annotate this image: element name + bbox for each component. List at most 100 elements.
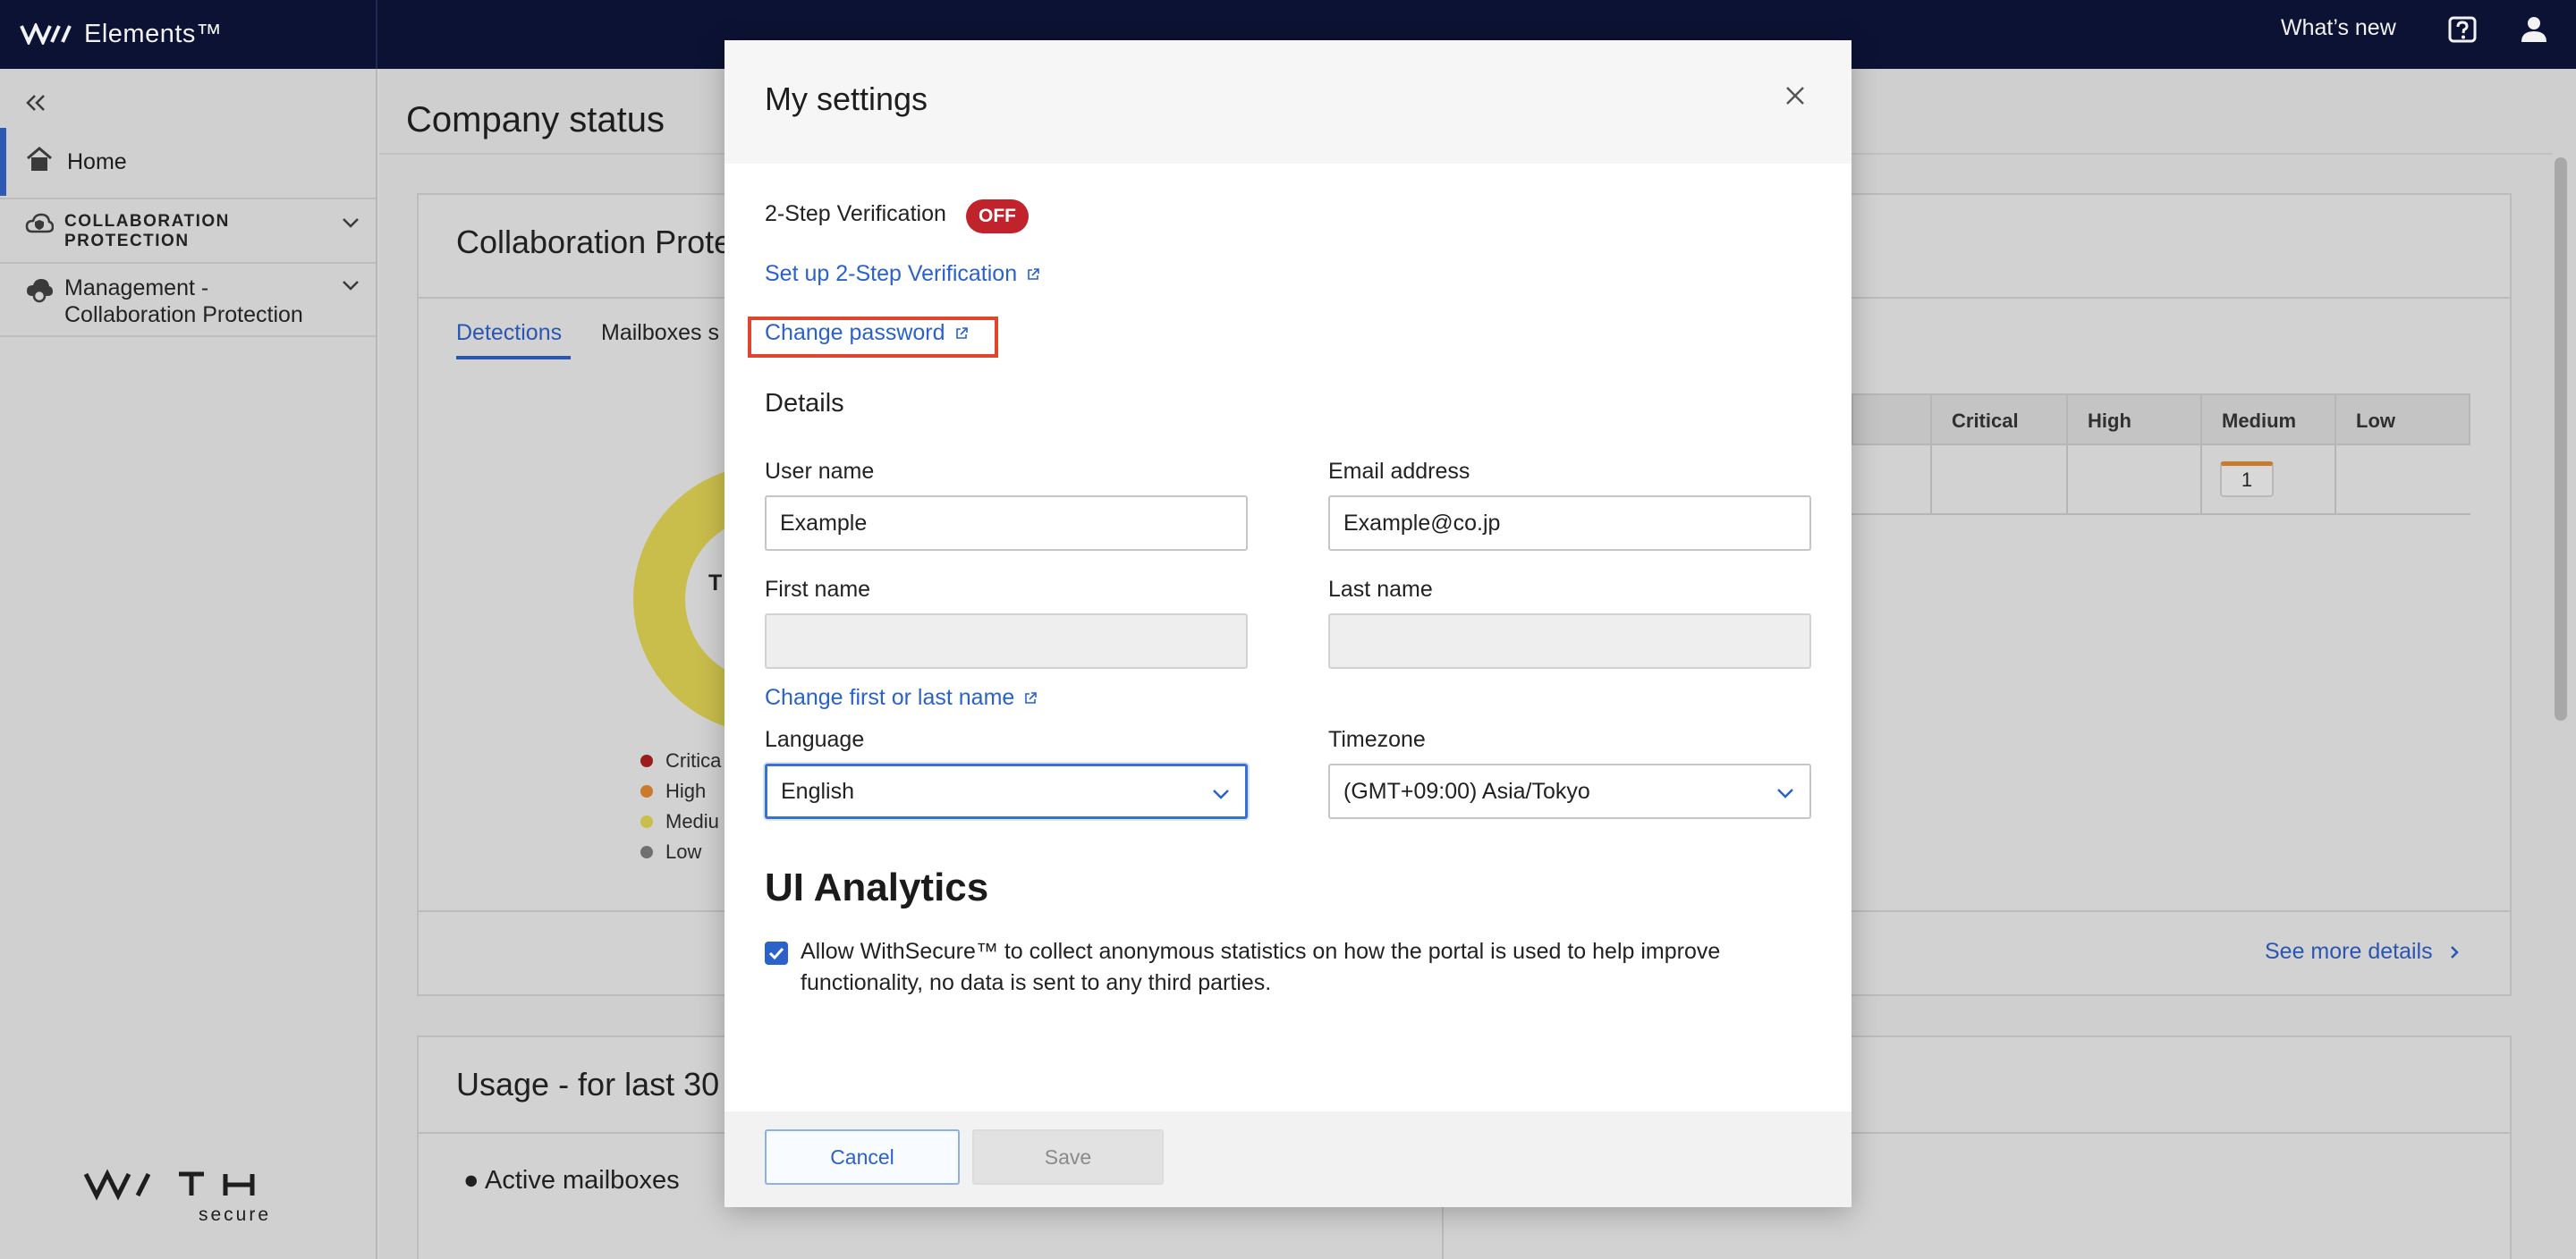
- legend-item-critical: Critica: [640, 749, 721, 773]
- change-password-link[interactable]: Change password: [765, 320, 969, 346]
- active-mailboxes-text: Active mailboxes: [484, 1166, 680, 1195]
- topbar-divider: [376, 0, 377, 69]
- two-step-status-badge: OFF: [966, 199, 1029, 233]
- save-button[interactable]: Save: [972, 1129, 1164, 1185]
- sidebar-item-label: Management -: [64, 275, 209, 300]
- sidebar-item-label: Collaboration Protection: [64, 302, 303, 327]
- user-icon[interactable]: [2519, 14, 2549, 45]
- dialog-footer: Cancel Save: [724, 1111, 1852, 1207]
- tab-mailboxes[interactable]: Mailboxes s: [601, 320, 719, 346]
- language-select[interactable]: English: [765, 764, 1248, 819]
- chevron-down-icon: [1213, 790, 1229, 799]
- timezone-value: (GMT+09:00) Asia/Tokyo: [1343, 779, 1590, 804]
- column-separator: [2066, 393, 2068, 515]
- donut-label: T: [708, 570, 723, 596]
- legend-item-medium: Mediu: [640, 810, 719, 833]
- active-mailboxes-label: ● Active mailboxes: [463, 1166, 680, 1195]
- external-link-icon: [955, 326, 968, 339]
- legend-item-low: Low: [640, 841, 701, 864]
- whats-new-link[interactable]: What’s new: [2281, 15, 2396, 41]
- ui-analytics-heading: UI Analytics: [765, 866, 989, 909]
- analytics-consent-text: Allow WithSecure™ to collect anonymous s…: [801, 939, 1721, 995]
- legend-dot: [640, 755, 653, 767]
- chevron-down-icon: [1777, 789, 1793, 798]
- cloud-shield-icon: [25, 213, 54, 233]
- medium-count-badge[interactable]: 1: [2220, 461, 2274, 497]
- analytics-checkbox[interactable]: [765, 942, 788, 965]
- column-separator: [2334, 393, 2336, 515]
- withsecure-logo: secure: [83, 1169, 271, 1225]
- column-header-medium: Medium: [2222, 410, 2297, 432]
- legend-label: High: [665, 780, 707, 802]
- legend-item-high: High: [640, 780, 706, 803]
- active-tab-indicator: [456, 356, 571, 359]
- tab-detections[interactable]: Detections: [456, 320, 562, 346]
- two-step-label: 2-Step Verification: [765, 201, 946, 226]
- sidebar-item-management[interactable]: Management - Collaboration Protection: [0, 262, 376, 335]
- my-settings-dialog: My settings 2-Step Verification OFF Set …: [724, 40, 1852, 1207]
- help-icon[interactable]: [2447, 15, 2478, 46]
- user-name-label: User name: [765, 459, 875, 484]
- cancel-button[interactable]: Cancel: [765, 1129, 960, 1185]
- change-name-label: Change first or last name: [765, 685, 1015, 710]
- brand-name: Elements™: [84, 19, 223, 48]
- legend-dot: [640, 815, 653, 828]
- column-header-low: Low: [2356, 410, 2395, 432]
- page-title: Company status: [406, 100, 665, 139]
- details-heading: Details: [765, 389, 844, 418]
- legend-label: Low: [665, 841, 702, 863]
- collapse-sidebar-icon[interactable]: [23, 90, 48, 115]
- logo-subtext: secure: [199, 1204, 271, 1225]
- last-name-field: [1328, 613, 1811, 669]
- email-label: Email address: [1328, 459, 1470, 484]
- usage-title: Usage - for last 30: [456, 1066, 720, 1103]
- table-row: [1852, 445, 2470, 515]
- setup-two-step-label: Set up 2-Step Verification: [765, 261, 1018, 286]
- see-more-label: See more details: [2265, 939, 2433, 964]
- legend-dot: [640, 846, 653, 858]
- severity-table-header: Critical High Medium Low: [1852, 393, 2470, 445]
- sidebar-item-label: Home: [67, 149, 127, 174]
- change-password-label: Change password: [765, 320, 945, 345]
- language-label: Language: [765, 727, 865, 752]
- sidebar-item-collaboration-protection[interactable]: COLLABORATION PROTECTION: [0, 198, 376, 262]
- column-header-high: High: [2088, 410, 2131, 432]
- sidebar: Home COLLABORATION PROTECTION Management…: [0, 69, 377, 1259]
- language-value: English: [781, 779, 854, 804]
- chevron-down-icon: [343, 218, 359, 228]
- sidebar-divider: [0, 335, 376, 337]
- dialog-title: My settings: [765, 80, 928, 117]
- close-icon[interactable]: [1783, 83, 1808, 108]
- user-name-field[interactable]: Example: [765, 495, 1248, 551]
- external-link-icon: [1025, 691, 1038, 704]
- timezone-label: Timezone: [1328, 727, 1426, 752]
- checkmark-icon: [768, 947, 784, 960]
- active-indicator: [0, 128, 6, 196]
- column-header-critical: Critical: [1952, 410, 2019, 432]
- timezone-select[interactable]: (GMT+09:00) Asia/Tokyo: [1328, 764, 1811, 819]
- column-separator: [2200, 393, 2202, 515]
- cloud-gear-icon: [27, 279, 53, 303]
- email-field[interactable]: Example@co.jp: [1328, 495, 1811, 551]
- chevron-right-icon: [2450, 946, 2459, 959]
- home-icon: [27, 147, 52, 171]
- external-link-icon: [1028, 267, 1039, 280]
- change-name-link[interactable]: Change first or last name: [765, 685, 1038, 711]
- dialog-header: My settings: [724, 40, 1852, 164]
- chevron-down-icon: [343, 281, 359, 291]
- see-more-details-link[interactable]: See more details: [2265, 939, 2462, 965]
- first-name-field: [765, 613, 1248, 669]
- first-name-label: First name: [765, 577, 871, 602]
- sidebar-item-label: COLLABORATION: [64, 212, 230, 231]
- setup-two-step-link[interactable]: Set up 2-Step Verification: [765, 261, 1040, 287]
- legend-label: Mediu: [665, 810, 719, 832]
- sidebar-item-label: PROTECTION: [64, 232, 190, 250]
- column-separator: [1930, 393, 1932, 515]
- brand-logo[interactable]: Elements™: [20, 14, 222, 54]
- page-scrollbar[interactable]: [2555, 157, 2567, 721]
- legend-label: Critica: [665, 749, 722, 772]
- sidebar-item-home[interactable]: Home: [0, 128, 376, 196]
- card-title: Collaboration Prote: [456, 224, 733, 260]
- ws-mark-icon: [20, 23, 72, 45]
- last-name-label: Last name: [1328, 577, 1433, 602]
